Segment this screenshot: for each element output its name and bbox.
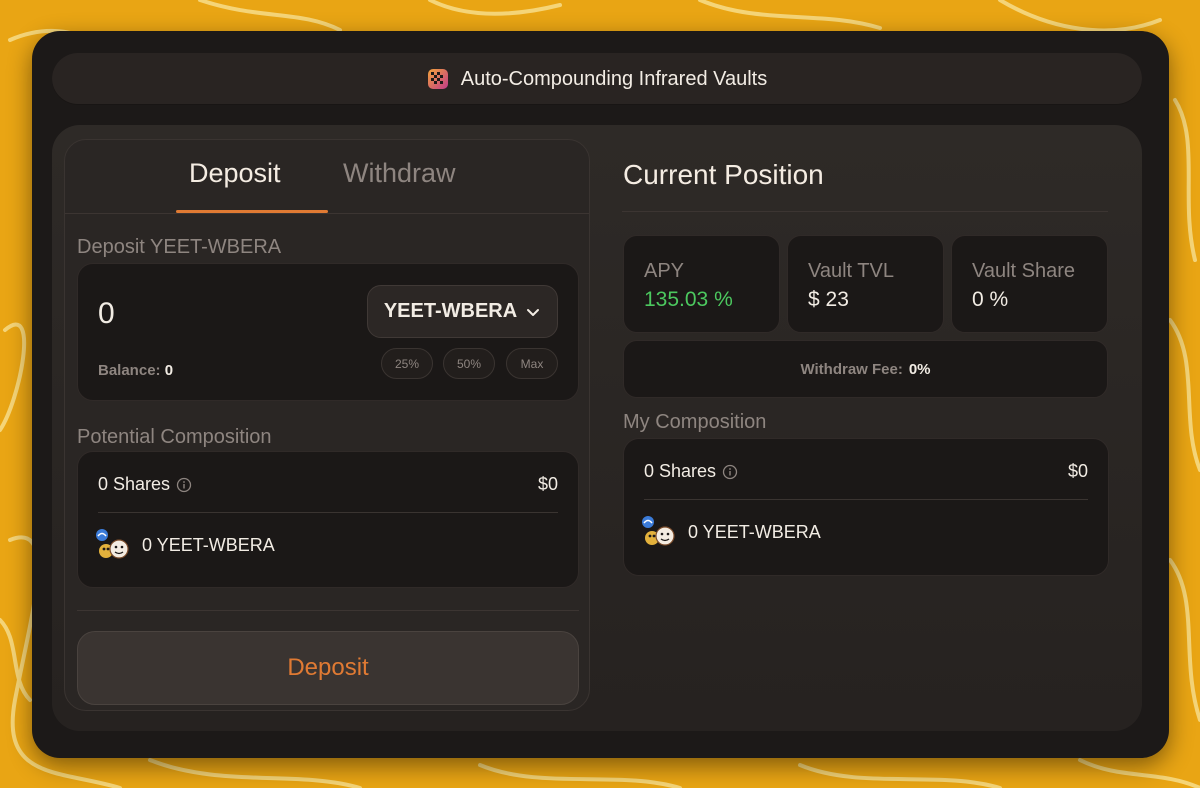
shares-label: 0 Shares bbox=[98, 474, 171, 494]
vault-tvl-label: Vault TVL bbox=[808, 260, 894, 282]
shares-label: 0 Shares bbox=[644, 461, 717, 481]
shares-value: $0 bbox=[537, 474, 558, 494]
token-amount: 0 YEET-WBERA bbox=[688, 521, 821, 542]
chevron-down-icon bbox=[527, 308, 540, 316]
active-tab-indicator bbox=[176, 210, 328, 213]
quick-amount-max-button[interactable]: Max bbox=[506, 348, 558, 379]
vault-share-label: Vault Share bbox=[972, 260, 1076, 282]
balance-label: Balance: bbox=[98, 362, 161, 379]
main-panel: Deposit Withdraw Deposit YEET-WBERA YEET… bbox=[52, 125, 1142, 731]
balance-value: 0 bbox=[164, 362, 174, 379]
withdraw-fee-card: Withdraw Fee: 0% bbox=[623, 340, 1108, 398]
current-position-title: Current Position bbox=[623, 159, 824, 190]
my-composition-box: 0 Shares $0 0 YEET-WBERA bbox=[623, 438, 1109, 576]
tab-withdraw[interactable]: Withdraw bbox=[343, 158, 456, 189]
deposit-input-box: YEET-WBERA Balance: 0 25% 50% Max bbox=[77, 263, 579, 401]
deposit-button[interactable]: Deposit bbox=[77, 631, 579, 705]
deposit-card: Deposit Withdraw Deposit YEET-WBERA YEET… bbox=[64, 139, 590, 711]
shares-value: $0 bbox=[1067, 461, 1088, 481]
info-icon[interactable] bbox=[176, 477, 192, 493]
token-row: 0 YEET-WBERA bbox=[94, 528, 275, 562]
yeet-wbera-pair-icon bbox=[96, 529, 129, 559]
divider bbox=[77, 610, 579, 611]
tab-bar: Deposit Withdraw bbox=[65, 140, 589, 214]
divider bbox=[644, 499, 1088, 500]
token-row: 0 YEET-WBERA bbox=[640, 515, 821, 549]
potential-composition-box: 0 Shares $0 0 YEET-WBERA bbox=[77, 451, 579, 588]
quick-amount-50-button[interactable]: 50% bbox=[443, 348, 495, 379]
tab-deposit[interactable]: Deposit bbox=[189, 158, 281, 189]
shares-row: 0 Shares $0 bbox=[644, 461, 1088, 482]
vault-window: Auto-Compounding Infrared Vaults Deposit… bbox=[32, 31, 1169, 758]
title-bar: Auto-Compounding Infrared Vaults bbox=[52, 53, 1142, 105]
potential-composition-label: Potential Composition bbox=[77, 426, 272, 448]
vault-share-card: Vault Share 0 % bbox=[951, 235, 1108, 333]
amount-input[interactable] bbox=[98, 294, 338, 334]
infrared-logo-icon bbox=[427, 69, 448, 89]
token-select-label: YEET-WBERA bbox=[383, 300, 518, 322]
apy-card: APY 135.03 % bbox=[623, 235, 780, 333]
token-select[interactable]: YEET-WBERA bbox=[367, 285, 558, 338]
withdraw-fee-label: Withdraw Fee: bbox=[800, 360, 903, 378]
yeet-wbera-pair-icon bbox=[642, 516, 675, 546]
shares-row: 0 Shares $0 bbox=[98, 474, 558, 495]
apy-value: 135.03 % bbox=[644, 288, 733, 311]
deposit-section-label: Deposit YEET-WBERA bbox=[77, 236, 282, 258]
window-title: Auto-Compounding Infrared Vaults bbox=[460, 67, 768, 90]
vault-tvl-value: $ 23 bbox=[808, 288, 849, 311]
apy-label: APY bbox=[644, 260, 685, 282]
withdraw-fee-value: 0% bbox=[908, 360, 931, 378]
info-icon[interactable] bbox=[722, 464, 738, 480]
my-composition-label: My Composition bbox=[623, 411, 767, 433]
quick-amount-25-button[interactable]: 25% bbox=[381, 348, 433, 379]
vault-share-value: 0 % bbox=[972, 288, 1009, 311]
divider bbox=[622, 211, 1108, 212]
balance-row: Balance: 0 bbox=[98, 362, 173, 379]
token-amount: 0 YEET-WBERA bbox=[142, 534, 275, 555]
divider bbox=[98, 512, 558, 513]
vault-tvl-card: Vault TVL $ 23 bbox=[787, 235, 944, 333]
